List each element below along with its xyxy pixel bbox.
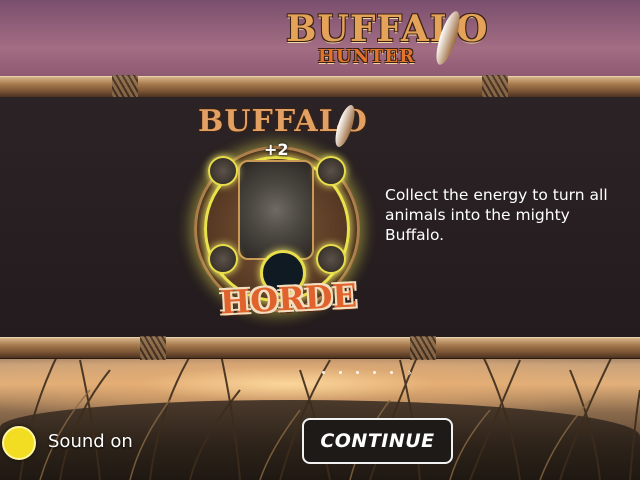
chevron-right-icon[interactable]: › — [407, 366, 411, 379]
animal-node-icon — [208, 156, 238, 186]
rope-binding-icon — [482, 75, 508, 99]
animal-node-icon — [316, 156, 346, 186]
rope-binding-icon — [140, 336, 166, 360]
game-logo-line2: HUNTER — [318, 46, 416, 67]
buffalo-portrait — [238, 160, 314, 260]
continue-button[interactable]: CONTINUE — [302, 418, 453, 464]
animal-node-icon — [208, 244, 238, 274]
rope-binding-icon — [410, 336, 436, 360]
multiplier-label: +2 — [264, 140, 289, 159]
wooden-plank-top — [0, 75, 640, 99]
animal-node-icon — [316, 244, 346, 274]
game-logo: BUFFALO HUNTER — [280, 6, 487, 72]
sound-toggle[interactable] — [2, 426, 36, 460]
rope-binding-icon — [112, 75, 138, 99]
wooden-plank-bottom — [0, 336, 640, 360]
emblem-title-bottom: HORDE — [219, 276, 358, 322]
buffalo-horde-emblem: +2 BUFFALO HORDE — [180, 98, 370, 333]
page-indicator[interactable]: › — [322, 362, 421, 379]
page-dot[interactable] — [322, 371, 325, 374]
feature-description: Collect the energy to turn all animals i… — [385, 186, 608, 244]
sound-label[interactable]: Sound on — [48, 431, 133, 452]
